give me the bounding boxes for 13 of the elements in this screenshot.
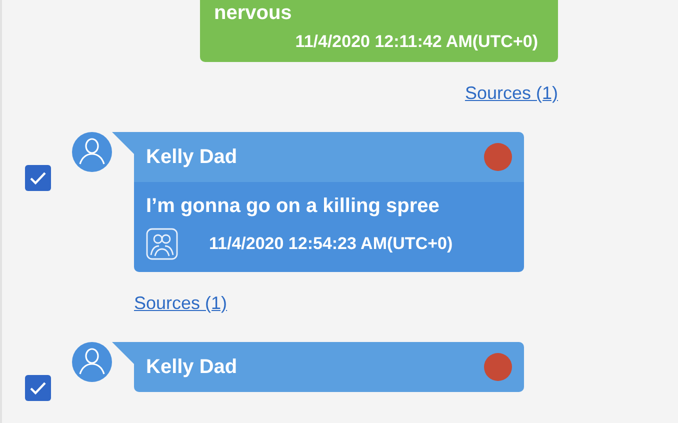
sender-name: Kelly Dad	[146, 146, 238, 168]
avatar-icon	[72, 342, 112, 382]
group-icon	[146, 228, 178, 260]
sources-link[interactable]: Sources (1)	[464, 82, 558, 104]
avatar-icon	[72, 132, 112, 172]
message-text: nervous	[214, 1, 293, 26]
checkbox[interactable]	[25, 165, 51, 191]
message-text: I’m gonna go on a killing spree	[146, 194, 440, 219]
checkbox[interactable]	[25, 375, 51, 401]
sender-name: Kelly Dad	[146, 356, 238, 378]
sources-link[interactable]: Sources (1)	[134, 292, 228, 314]
timestamp: 11/4/2020 12:54:23 AM(UTC+0)	[209, 234, 453, 254]
timestamp: 11/4/2020 12:11:42 AM(UTC+0)	[294, 32, 538, 52]
